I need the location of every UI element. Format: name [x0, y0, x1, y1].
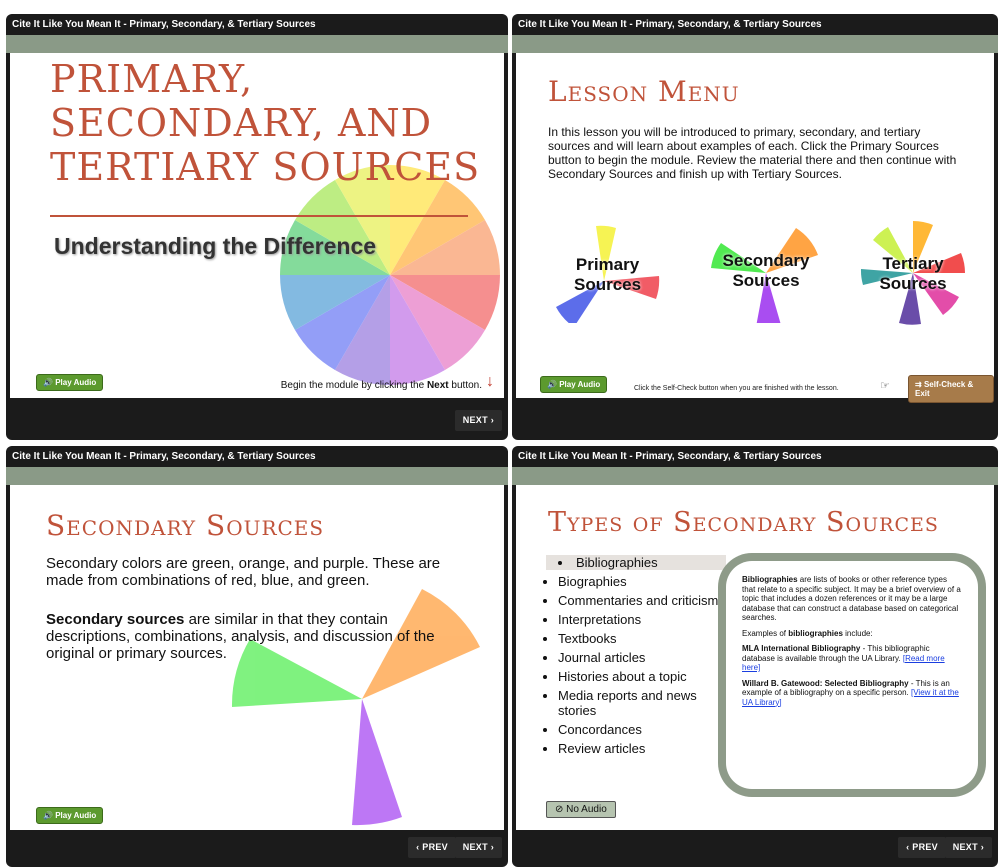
next-button[interactable]: NEXT ›	[454, 837, 502, 858]
mla-example: MLA International Bibliography - This bi…	[742, 644, 945, 672]
slide-subtitle: Understanding the Difference	[54, 233, 377, 259]
window-title: Cite It Like You Mean It - Primary, Seco…	[12, 19, 316, 30]
panel-secondary-sources: Cite It Like You Mean It - Primary, Seco…	[6, 446, 508, 867]
slide-stage: PRIMARY, SECONDARY, AND TERTIARY SOURCES…	[10, 53, 504, 398]
slide-stage: Lesson Menu In this lesson you will be i…	[516, 53, 994, 403]
window-title: Cite It Like You Mean It - Primary, Seco…	[518, 19, 822, 30]
selfcheck-exit-button[interactable]: ⇉ Self-Check & Exit	[908, 375, 994, 403]
play-audio-label: Play Audio	[55, 811, 97, 820]
secondary-label-2: Sources	[732, 271, 800, 290]
title-line-2: SECONDARY, AND	[50, 101, 433, 145]
info-box: Bibliographies are lists of books or oth…	[718, 553, 986, 797]
list-item[interactable]: Review articles	[558, 741, 726, 756]
nav-bar: NEXT ›	[6, 402, 508, 440]
info-box-content: Bibliographies are lists of books or oth…	[726, 561, 978, 789]
pointing-hand-icon: ☞	[880, 380, 890, 392]
list-item[interactable]: Bibliographies	[546, 555, 726, 570]
secondary-label-1: Secondary	[722, 251, 810, 270]
primary-sources-button[interactable]: Primary Sources	[556, 223, 666, 323]
window-title: Cite It Like You Mean It - Primary, Seco…	[518, 451, 822, 462]
tertiary-label-1: Tertiary	[882, 254, 944, 273]
title-line-3: TERTIARY SOURCES	[50, 145, 481, 189]
title-line-1: PRIMARY,	[50, 57, 254, 101]
primary-label-1: Primary	[575, 255, 640, 274]
prev-button[interactable]: ‹ PREV	[898, 837, 946, 858]
accent-bar	[6, 467, 508, 485]
begin-instruction: Begin the module by clicking the Next bu…	[280, 380, 482, 391]
signpost-icon: ⇉	[915, 380, 922, 389]
list-item[interactable]: Histories about a topic	[558, 669, 726, 684]
primary-label-2: Sources	[574, 275, 642, 294]
list-item[interactable]: Textbooks	[558, 631, 726, 646]
slide-stage: Types of Secondary Sources Bibliographie…	[516, 485, 994, 830]
list-item[interactable]: Interpretations	[558, 612, 726, 627]
selfcheck-instruction: Click the Self-Check button when you are…	[634, 385, 839, 392]
secondary-sources-paragraph: Secondary sources are similar in that th…	[46, 611, 435, 662]
slide-title: Types of Secondary Sources	[548, 507, 939, 538]
tertiary-sources-button[interactable]: Tertiary Sources	[858, 218, 968, 328]
list-item[interactable]: Biographies	[558, 574, 726, 589]
play-audio-button[interactable]: 🔊 Play Audio	[36, 374, 104, 391]
nav-bar: ‹ PREV NEXT ›	[512, 829, 998, 867]
examples-heading: Examples of bibliographies include:	[742, 628, 873, 638]
no-audio-icon: ⊘	[555, 804, 564, 815]
speaker-icon: 🔊	[547, 380, 557, 389]
secondary-sources-button[interactable]: Secondary Sources	[706, 223, 826, 323]
speaker-icon: 🔊	[43, 811, 53, 820]
accent-bar	[512, 467, 998, 485]
list-item[interactable]: Commentaries and criticism	[558, 593, 726, 608]
nav-bar	[512, 402, 998, 440]
title-divider	[50, 215, 468, 217]
selfcheck-exit-label: Self-Check & Exit	[915, 380, 974, 398]
tertiary-label-2: Sources	[879, 274, 947, 293]
list-item[interactable]: Journal articles	[558, 650, 726, 665]
intro-paragraph: In this lesson you will be introduced to…	[548, 125, 957, 181]
list-item[interactable]: Media reports and news stories	[558, 688, 726, 718]
down-arrow-icon: ↓	[486, 373, 494, 390]
accent-bar	[6, 35, 508, 53]
accent-bar	[512, 35, 998, 53]
panel-lesson-menu: Cite It Like You Mean It - Primary, Seco…	[512, 14, 998, 440]
panel-types-of-secondary-sources: Cite It Like You Mean It - Primary, Seco…	[512, 446, 998, 867]
window-title: Cite It Like You Mean It - Primary, Seco…	[12, 451, 316, 462]
no-audio-button[interactable]: ⊘ No Audio	[546, 801, 616, 818]
play-audio-label: Play Audio	[559, 380, 601, 389]
speaker-icon: 🔊	[43, 378, 53, 387]
next-button[interactable]: NEXT ›	[944, 837, 992, 858]
slide-title: Lesson Menu	[548, 75, 740, 108]
nav-bar: ‹ PREV NEXT ›	[6, 829, 508, 867]
bibliographies-definition: Bibliographies are lists of books or oth…	[742, 575, 961, 622]
play-audio-button[interactable]: 🔊 Play Audio	[36, 807, 104, 824]
play-audio-label: Play Audio	[55, 378, 97, 387]
secondary-colors-paragraph: Secondary colors are green, orange, and …	[46, 555, 441, 589]
slide-stage: Secondary Sources Secondary colors are g…	[10, 485, 504, 830]
panel-title-slide: Cite It Like You Mean It - Primary, Seco…	[6, 14, 508, 440]
list-item[interactable]: Concordances	[558, 722, 726, 737]
prev-button[interactable]: ‹ PREV	[408, 837, 456, 858]
no-audio-label: No Audio	[566, 804, 607, 815]
slide-title: PRIMARY, SECONDARY, AND TERTIARY SOURCES	[50, 57, 480, 189]
gatewood-example: Willard B. Gatewood: Selected Bibliograp…	[742, 678, 959, 707]
source-type-list: Bibliographies Biographies Commentaries …	[546, 555, 726, 760]
next-button[interactable]: NEXT ›	[454, 410, 502, 431]
play-audio-button[interactable]: 🔊 Play Audio	[540, 376, 608, 393]
slide-title: Secondary Sources	[46, 509, 325, 542]
